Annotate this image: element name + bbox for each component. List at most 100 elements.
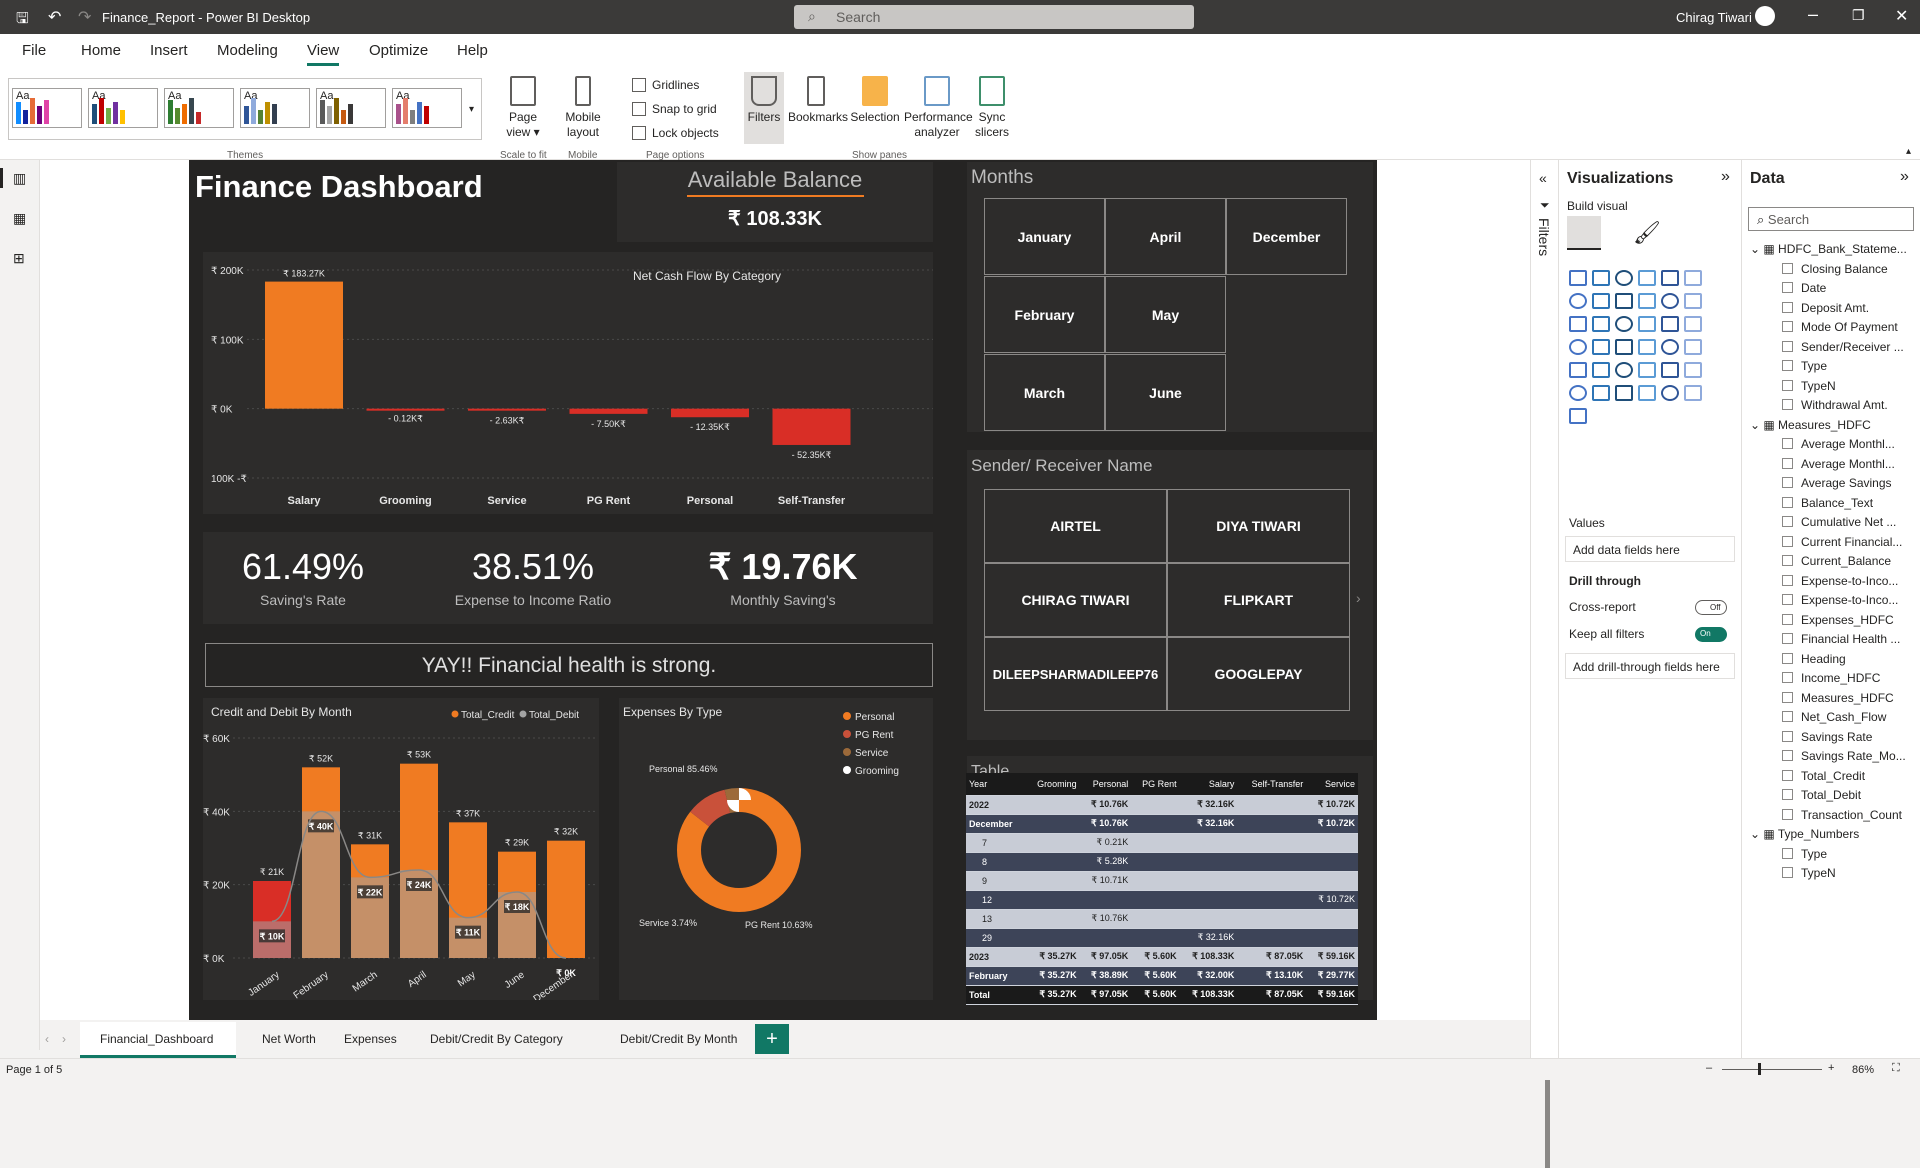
field-item[interactable]: Income_HDFC [1782,671,1917,685]
table-group[interactable]: ⌄ ▦ Measures_HDFC [1750,418,1915,432]
visual-type-icon[interactable] [1615,385,1633,401]
sender-button[interactable]: AIRTEL [984,489,1167,563]
field-item[interactable]: Total_Credit [1782,769,1917,783]
field-checkbox[interactable] [1782,360,1793,371]
visual-type-icon[interactable] [1615,362,1633,378]
table-row[interactable]: February ₹ 35.27K ₹ 38.89K ₹ 5.60K ₹ 32.00K ₹… [966,966,1358,986]
field-item[interactable]: Cumulative Net ... [1782,515,1917,529]
table-header-cell[interactable]: Salary [1179,773,1238,796]
field-item[interactable]: Financial Health ... [1782,632,1917,646]
field-item[interactable]: Savings Rate_Mo... [1782,749,1917,763]
table-header-cell[interactable]: Personal [1079,773,1132,796]
minimize-icon[interactable]: – [1808,4,1818,25]
visual-type-icon[interactable] [1661,339,1679,355]
visual-type-icon[interactable] [1592,362,1610,378]
table-row[interactable]: December ₹ 10.76K ₹ 32.16K ₹ 10.72K [966,814,1358,834]
visual-type-icon[interactable] [1684,385,1702,401]
field-checkbox[interactable] [1782,789,1793,800]
field-checkbox[interactable] [1782,574,1793,586]
table-row[interactable]: 9 ₹ 10.71K [966,871,1358,891]
theme-swatch[interactable]: Aa [164,88,234,128]
table-header-cell[interactable]: Grooming [1025,773,1080,796]
visual-type-icon[interactable] [1592,316,1610,332]
undo-icon[interactable]: ↶ [48,7,61,27]
field-item[interactable]: Sender/Receiver ... [1782,340,1917,354]
gridlines-checkbox[interactable]: Gridlines [632,78,699,92]
visual-type-icon[interactable] [1684,362,1702,378]
expand-filters-icon[interactable]: « [1539,170,1547,186]
table-row[interactable]: 12 ₹ 10.72K [966,890,1358,910]
table-row[interactable]: 2023 ₹ 35.27K ₹ 97.05K ₹ 5.60K ₹ 108.33K ₹ 87… [966,947,1358,967]
next-page-icon[interactable]: › [62,1032,66,1046]
field-checkbox[interactable] [1782,496,1793,508]
field-checkbox[interactable] [1782,301,1793,313]
table-row[interactable]: 7 ₹ 0.21K [966,833,1358,853]
visual-type-icon[interactable] [1638,339,1656,355]
month-button-december[interactable]: December [1226,198,1347,275]
field-checkbox[interactable] [1782,613,1793,625]
field-item[interactable]: Balance_Text [1782,496,1917,510]
sender-button[interactable]: DIYA TIWARI [1167,489,1350,563]
bookmarks-button[interactable]: Bookmarks [788,76,848,125]
visual-type-icon[interactable] [1569,316,1587,332]
theme-swatch[interactable]: Aa [88,88,158,128]
table-view-icon[interactable]: ▦ [13,210,26,227]
filters-pane-collapsed[interactable]: « ⏷ Filters [1530,160,1558,1058]
page-view-button[interactable]: Page view ▾ [502,76,544,140]
field-item[interactable]: Transaction_Count [1782,808,1917,822]
table-row[interactable]: 29 ₹ 32.16K [966,928,1358,948]
chevron-right-icon[interactable]: › [1356,590,1361,606]
data-search-input[interactable]: ⌕ Search [1748,207,1914,231]
format-visual-icon[interactable]: 🖌 [1633,220,1661,246]
field-item[interactable]: Closing Balance [1782,262,1917,276]
lock-checkbox[interactable]: Lock objects [632,126,719,140]
field-checkbox[interactable] [1782,535,1793,547]
field-checkbox[interactable] [1782,847,1793,859]
prev-page-icon[interactable]: ‹ [45,1032,49,1046]
field-item[interactable]: Current Financial... [1782,535,1917,549]
field-item[interactable]: Withdrawal Amt. [1782,398,1917,412]
tab-home[interactable]: Home [81,42,121,59]
field-checkbox[interactable] [1782,516,1793,527]
add-data-fields-well[interactable]: Add data fields here [1565,536,1735,562]
theme-swatch[interactable]: Aa [12,88,82,128]
theme-swatch[interactable]: Aa [240,88,310,128]
field-item[interactable]: Average Monthl... [1782,437,1917,451]
collapse-icon[interactable]: » [1721,168,1730,186]
visual-type-icon[interactable] [1569,270,1587,286]
page-tab[interactable]: Expenses [344,1032,397,1046]
field-checkbox[interactable] [1782,340,1793,352]
field-checkbox[interactable] [1782,321,1793,332]
visual-type-icon[interactable] [1569,385,1587,401]
page-tab[interactable]: Financial_Dashboard [100,1032,213,1046]
field-checkbox[interactable] [1782,379,1793,391]
visual-type-icon[interactable] [1684,270,1702,286]
save-icon[interactable]: 🖫 [16,8,29,33]
visual-type-icon[interactable] [1661,316,1679,332]
mobile-layout-button[interactable]: Mobile layout [562,76,604,140]
table-row[interactable]: 2022 ₹ 10.76K ₹ 32.16K ₹ 10.72K [966,795,1358,815]
visual-type-icon[interactable] [1569,362,1587,378]
field-item[interactable]: Heading [1782,652,1917,666]
field-checkbox[interactable] [1782,457,1793,469]
field-checkbox[interactable] [1782,867,1793,878]
model-view-icon[interactable]: ⊞ [13,250,25,267]
field-checkbox[interactable] [1782,711,1793,722]
performance-button[interactable]: Performance analyzer [904,76,973,140]
visual-type-icon[interactable] [1569,293,1587,309]
month-button-march[interactable]: March [984,354,1105,431]
zoom-out-icon[interactable]: – [1706,1062,1712,1074]
selection-button[interactable]: Selection [848,76,902,125]
field-checkbox[interactable] [1782,769,1793,781]
visual-type-icon[interactable] [1592,293,1610,309]
field-checkbox[interactable] [1782,633,1793,644]
table-header-cell[interactable]: PG Rent [1131,773,1180,796]
collapse-ribbon-icon[interactable]: ▴ [1906,146,1911,157]
report-view-icon[interactable] [0,168,3,188]
field-checkbox[interactable] [1782,594,1793,605]
visual-type-icon[interactable] [1661,270,1679,286]
field-item[interactable]: TypeN [1782,379,1917,393]
visual-type-icon[interactable] [1638,316,1656,332]
visual-type-icon[interactable] [1684,339,1702,355]
table-row[interactable]: Total ₹ 35.27K ₹ 97.05K ₹ 5.60K ₹ 108.33K ₹ 8… [966,985,1358,1005]
